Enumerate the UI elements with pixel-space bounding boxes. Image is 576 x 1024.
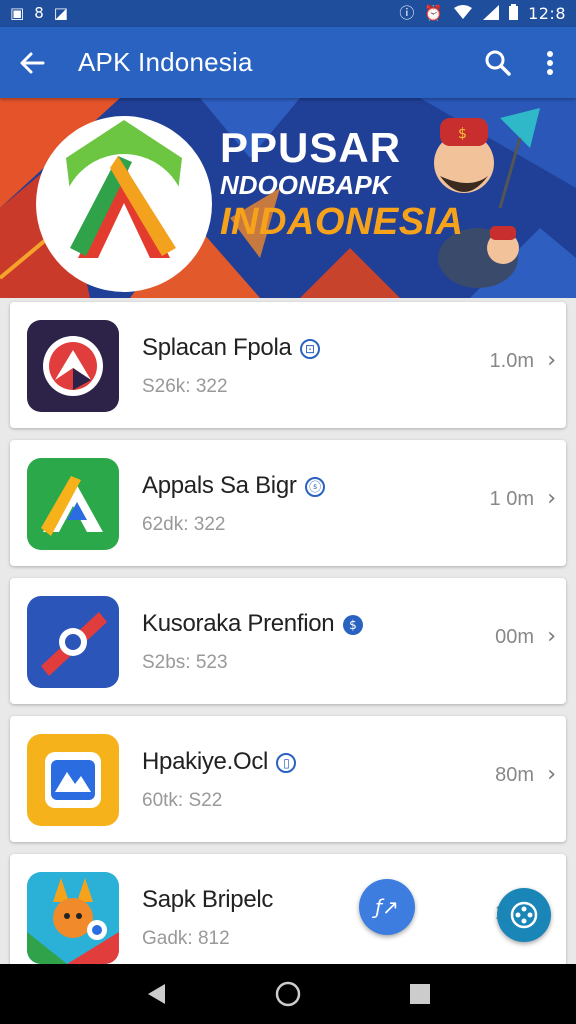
app-name-text: Hpakiye.Ocl bbox=[142, 748, 269, 775]
notification-icon: 8 bbox=[34, 4, 44, 22]
app-name: Sapk Bripelc bbox=[142, 886, 273, 914]
signal-icon bbox=[483, 4, 500, 23]
app-icon-5 bbox=[27, 872, 119, 964]
clock: 12:8 bbox=[528, 4, 566, 23]
app-card[interactable]: Hpakiye.Ocl ▯ 60tk: S22 80m › bbox=[10, 716, 566, 842]
app-name-text: Sapk Bripelc bbox=[142, 886, 274, 913]
app-meta: Gadk: 812 bbox=[142, 928, 230, 949]
verified-badge-icon: ⓢ bbox=[304, 476, 325, 497]
app-name: Appals Sa Bigr ⓢ bbox=[142, 472, 325, 500]
vibrate-icon: ⓘ bbox=[399, 4, 415, 22]
app-icon-2 bbox=[27, 458, 119, 550]
edit-icon: ƒ↗ bbox=[375, 895, 399, 919]
chevron-right-icon: › bbox=[547, 486, 556, 511]
more-vert-icon bbox=[547, 50, 553, 75]
nav-recents-button[interactable] bbox=[390, 964, 450, 1024]
app-meta: S26k: 322 bbox=[142, 376, 228, 397]
app-size: 80m bbox=[495, 764, 534, 786]
app-name-text: Kusoraka Prenfion bbox=[142, 610, 335, 637]
app-size: 00m bbox=[495, 626, 534, 648]
banner-line-3: INDAONESIA bbox=[220, 201, 464, 243]
app-card[interactable]: Kusoraka Prenfion $ S2bs: 523 00m › bbox=[10, 578, 566, 704]
battery-icon bbox=[509, 4, 519, 23]
nav-home-button[interactable] bbox=[258, 964, 318, 1024]
banner-line-1: PPUSAR bbox=[220, 124, 402, 171]
app-card[interactable]: Appals Sa Bigr ⓢ 62dk: 322 1 0m › bbox=[10, 440, 566, 566]
promo-banner[interactable]: $ PPUSAR NDOONBAPK INDAONESIA bbox=[0, 98, 576, 298]
chevron-right-icon: › bbox=[547, 624, 556, 649]
banner-line-2: NDOONBAPK bbox=[220, 170, 391, 200]
arrow-left-icon bbox=[20, 52, 45, 73]
square-recents-icon bbox=[410, 984, 430, 1004]
app-meta: 60tk: S22 bbox=[142, 790, 223, 811]
chevron-right-icon: › bbox=[547, 348, 556, 373]
options-fab[interactable] bbox=[497, 888, 551, 942]
quick-action-fab[interactable]: ƒ↗ bbox=[359, 879, 415, 935]
back-button[interactable] bbox=[0, 27, 64, 98]
app-size: 1 0m bbox=[489, 488, 534, 510]
banner-text: PPUSAR NDOONBAPK INDAONESIA bbox=[220, 126, 464, 244]
app-size: 1.0m bbox=[489, 350, 534, 372]
page-title: APK Indonesia bbox=[78, 47, 253, 77]
gallery-icon: ◪ bbox=[53, 4, 68, 22]
app-icon-3 bbox=[27, 596, 119, 688]
nav-back-button[interactable] bbox=[126, 964, 186, 1024]
app-bar: APK Indonesia bbox=[0, 27, 576, 98]
app-icon-4 bbox=[27, 734, 119, 826]
status-left: ▣ 8 ◪ bbox=[10, 6, 68, 21]
image-icon: ▣ bbox=[10, 4, 25, 22]
status-right: ⓘ ⏰ 12:8 bbox=[399, 4, 566, 23]
app-meta: S2bs: 523 bbox=[142, 652, 228, 673]
app-meta: 62dk: 322 bbox=[142, 514, 226, 535]
app-card[interactable]: Splacan Fpola ⊡ S26k: 322 1.0m › bbox=[10, 302, 566, 428]
verified-badge-icon: $ bbox=[342, 614, 363, 635]
app-name: Splacan Fpola ⊡ bbox=[142, 334, 320, 362]
film-reel-icon bbox=[510, 901, 538, 929]
app-name: Hpakiye.Ocl ▯ bbox=[142, 748, 297, 776]
verified-badge-icon: ▯ bbox=[276, 752, 297, 773]
app-name: Kusoraka Prenfion $ bbox=[142, 610, 363, 638]
app-name-text: Splacan Fpola bbox=[142, 334, 292, 361]
status-bar: ▣ 8 ◪ ⓘ ⏰ 12:8 bbox=[0, 0, 576, 27]
more-options-button[interactable] bbox=[524, 27, 576, 98]
triangle-back-icon bbox=[148, 984, 165, 1004]
app-name-text: Appals Sa Bigr bbox=[142, 472, 297, 499]
verified-badge-icon: ⊡ bbox=[299, 338, 320, 359]
chevron-right-icon: › bbox=[547, 762, 556, 787]
app-icon-1 bbox=[27, 320, 119, 412]
wifi-icon bbox=[453, 4, 473, 23]
app-card[interactable]: Sapk Bripelc Gadk: 812 1 bbox=[10, 854, 566, 980]
alarm-icon: ⏰ bbox=[424, 4, 444, 22]
circle-home-icon bbox=[275, 981, 301, 1007]
search-button[interactable] bbox=[472, 27, 524, 98]
search-icon bbox=[485, 50, 511, 76]
system-nav-bar bbox=[0, 964, 576, 1024]
